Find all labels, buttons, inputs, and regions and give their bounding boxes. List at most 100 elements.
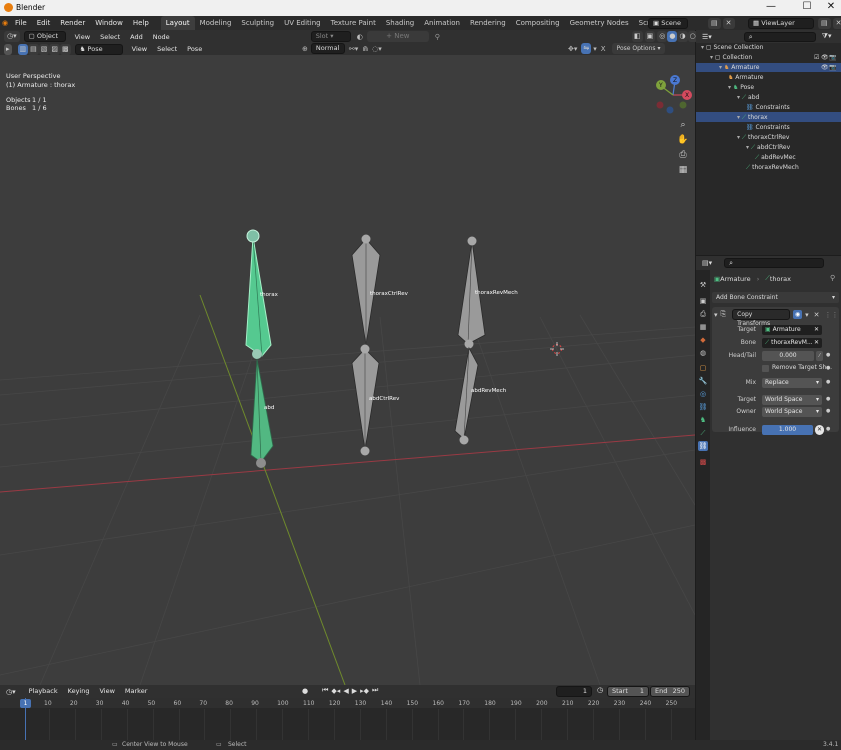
select-subtract-icon[interactable]: ▧ xyxy=(38,43,50,55)
select-intersect-icon[interactable]: ▩ xyxy=(60,43,71,55)
armature-visibility-icon[interactable]: 👁 xyxy=(821,64,829,71)
tab-modeling[interactable]: Modeling xyxy=(195,16,237,30)
outliner-item[interactable]: ♞ Armature xyxy=(728,73,763,83)
menu-edit[interactable]: Edit xyxy=(32,16,56,30)
pivot-point-icon[interactable]: ⚯▾ xyxy=(349,45,358,53)
material-slot-selector[interactable]: Slot ▾ xyxy=(310,31,351,42)
collection-visibility-icon[interactable]: 👁 xyxy=(821,54,829,61)
wireframe-shading-icon[interactable]: ◎ xyxy=(657,31,668,42)
timeline-menu-keying[interactable]: Keying xyxy=(63,685,95,698)
output-tab-icon[interactable]: ⎙ xyxy=(698,309,708,319)
render-tab-icon[interactable]: ▣ xyxy=(698,296,708,306)
proportional-edit-icon[interactable]: ◌▾ xyxy=(372,45,382,53)
start-frame-field[interactable]: Start 1 xyxy=(607,686,649,697)
bone-thorax-ctrl-rev[interactable] xyxy=(351,234,381,346)
outliner-item[interactable]: ▾ ▢ Scene Collection xyxy=(701,43,763,53)
timeline-body[interactable]: 10 20 30 40 50 60 70 80 90 100 110 120 130 140 150 160 1… xyxy=(0,698,695,740)
preview-range-icon[interactable]: ◷ xyxy=(597,686,603,694)
close-button[interactable]: ✕ xyxy=(821,1,841,12)
editor-type-icon[interactable]: ◷▾ xyxy=(4,31,20,42)
current-frame-field[interactable]: 1 xyxy=(556,686,592,697)
tab-uv-editing[interactable]: UV Editing xyxy=(279,16,326,30)
tab-texture-paint[interactable]: Texture Paint xyxy=(326,16,381,30)
outliner-item[interactable]: ⛓ Constraints xyxy=(746,123,790,133)
outliner-item[interactable]: ⟋ thoraxRevMech xyxy=(746,163,799,173)
owner-space-keyframe-icon[interactable]: ● xyxy=(826,408,830,414)
timeline-menu-playback[interactable]: Playback xyxy=(24,685,63,698)
transform-orientation-selector[interactable]: Normal ▾ xyxy=(310,43,345,61)
constraint-name-field[interactable]: Copy Transforms xyxy=(732,309,791,327)
select-extend-icon[interactable]: ▤ xyxy=(28,43,39,55)
prev-keyframe-icon[interactable]: ◆◂ xyxy=(331,687,340,695)
influence-slider[interactable]: 1.000 xyxy=(762,425,813,435)
snap-icon[interactable]: ⋒ xyxy=(362,45,368,53)
outliner-item[interactable]: ⛓ Constraints xyxy=(746,103,790,113)
constraint-menu-icon[interactable]: ▾ xyxy=(805,311,809,319)
menu-help[interactable]: Help xyxy=(128,16,154,30)
mirror-x-icon[interactable]: ⇋ xyxy=(581,43,592,54)
play-reverse-icon[interactable]: ◀ xyxy=(343,687,348,695)
texture-tab-icon[interactable]: ▩ xyxy=(698,457,708,467)
header-menu-select[interactable]: Select xyxy=(95,30,125,44)
navigation-gizmo[interactable]: X Y Z xyxy=(656,75,692,114)
object-mode-selector[interactable]: ▢ Object ▾ xyxy=(23,31,66,49)
zoom-icon[interactable]: ⌕ xyxy=(677,118,689,133)
tool-tab-icon[interactable]: ⚒ xyxy=(698,280,708,290)
outliner-item[interactable]: ▾ ♞ Armature xyxy=(719,63,759,73)
outliner-item[interactable]: ▾ ⟋ thorax xyxy=(737,113,768,123)
maximize-button[interactable]: ☐ xyxy=(797,1,817,12)
object-tab-icon[interactable]: ▢ xyxy=(698,363,708,373)
pose-options-button[interactable]: Pose Options ▾ xyxy=(611,43,666,54)
armature-render-icon[interactable]: 📷 xyxy=(829,64,836,71)
tab-rendering[interactable]: Rendering xyxy=(465,16,511,30)
scene-new-icon[interactable]: ▤ xyxy=(708,18,721,29)
end-frame-field[interactable]: End 250 xyxy=(650,686,690,697)
mirror-options-icon[interactable]: ▾ xyxy=(593,45,597,53)
view-layer-selector[interactable]: ▦ ViewLayer xyxy=(748,18,814,29)
collection-checkbox-icon[interactable]: ☑ xyxy=(814,54,819,61)
bone-field[interactable]: ⟋ thoraxRevM... ✕ xyxy=(762,338,822,348)
mix-keyframe-icon[interactable]: ● xyxy=(826,379,830,385)
outliner-item[interactable]: ▾ ⟋ abd xyxy=(737,93,759,103)
timeline-menu-view[interactable]: View xyxy=(94,685,119,698)
pose-menu-select[interactable]: Select xyxy=(152,43,182,55)
target-field[interactable]: ▣ Armature ✕ xyxy=(762,325,822,335)
headtail-keyframe-icon[interactable]: ● xyxy=(826,352,830,358)
material-browse-icon[interactable]: ◐ xyxy=(357,33,363,41)
jump-start-icon[interactable]: ⏮ xyxy=(322,686,328,695)
overlay-toggle-icon[interactable]: ◧ xyxy=(632,31,643,42)
minimize-button[interactable]: — xyxy=(761,1,781,12)
tab-sculpting[interactable]: Sculpting xyxy=(236,16,279,30)
record-icon[interactable]: ● xyxy=(302,687,308,695)
remove-target-shear-checkbox[interactable] xyxy=(762,365,769,372)
outliner-editor-icon[interactable]: ☰▾ xyxy=(702,33,712,41)
properties-search-input[interactable]: ⌕ xyxy=(724,257,825,268)
outliner-item[interactable]: ▾ ⟋ abdCtrlRev xyxy=(746,143,790,153)
owner-space-selector[interactable]: World Space ▾ xyxy=(762,407,822,417)
menu-render[interactable]: Render xyxy=(55,16,90,30)
select-invert-icon[interactable]: ▨ xyxy=(49,43,61,55)
filter-icon[interactable]: ⧩▾ xyxy=(822,32,832,41)
drag-handle-icon[interactable]: ⋮⋮ xyxy=(825,311,839,319)
outliner-item[interactable]: ▾ ⟋ thoraxCtrlRev xyxy=(737,133,789,143)
influence-keyframe-icon[interactable]: ● xyxy=(826,426,830,432)
view-layer-delete-icon[interactable]: ✕ xyxy=(832,18,841,29)
pose-mode-selector[interactable]: ♞ Pose Mode ▾ xyxy=(74,43,123,62)
select-box-icon[interactable]: ▥ xyxy=(17,43,29,55)
jump-end-icon[interactable]: ⏭ xyxy=(372,686,378,695)
bone-abd[interactable] xyxy=(250,358,274,468)
header-menu-node[interactable]: Node xyxy=(148,30,175,44)
properties-editor-icon[interactable]: ▤▾ xyxy=(702,259,712,267)
scene-delete-icon[interactable]: ✕ xyxy=(722,18,735,29)
outliner-item[interactable]: ▾ ♞ Pose xyxy=(728,83,754,93)
camera-view-icon[interactable]: ⎙ xyxy=(677,148,689,163)
tab-layout[interactable]: Layout xyxy=(160,16,195,30)
pin-icon[interactable]: ⚲ xyxy=(435,33,440,41)
object-data-tab-icon[interactable]: ♞ xyxy=(698,415,708,425)
select-tool-icon[interactable]: ▸ xyxy=(4,43,12,55)
play-icon[interactable]: ▶ xyxy=(352,687,357,695)
panel-collapse-icon[interactable]: ▾ xyxy=(714,311,718,319)
3d-viewport[interactable]: X Y Z User Perspective (1) Armature : th… xyxy=(0,55,695,685)
pan-hand-icon[interactable]: ✋ xyxy=(677,133,689,148)
view-layer-new-icon[interactable]: ▤ xyxy=(818,18,831,29)
